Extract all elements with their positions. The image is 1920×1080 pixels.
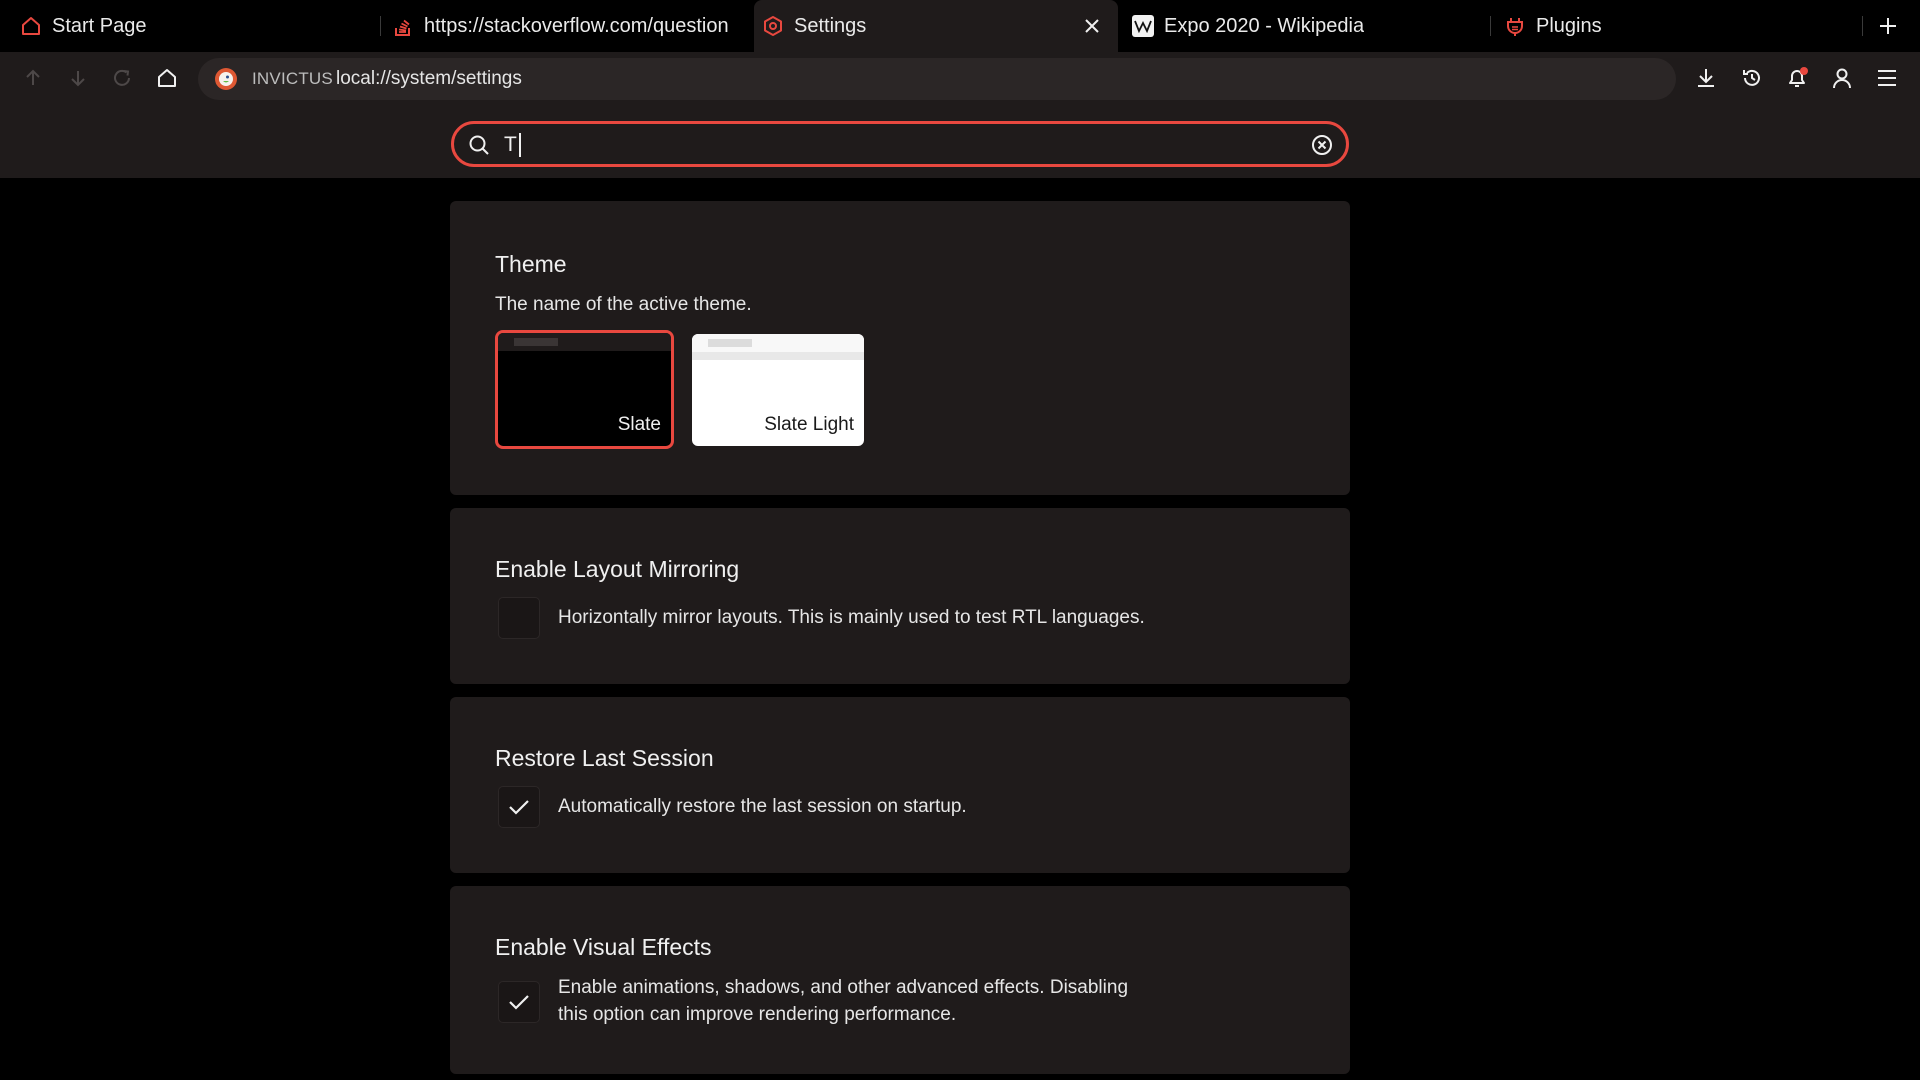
site-name: INVICTUS bbox=[252, 69, 333, 88]
theme-preview-toolbar bbox=[692, 352, 864, 360]
theme-preview-toolbar bbox=[498, 351, 671, 359]
clear-search-icon[interactable] bbox=[1310, 133, 1334, 157]
menu-button[interactable] bbox=[1870, 61, 1904, 95]
arrow-down-icon bbox=[71, 71, 85, 87]
setting-description-line: Enable animations, shadows, and other ad… bbox=[558, 977, 1129, 998]
setting-title: Restore Last Session bbox=[495, 745, 714, 771]
forward-button[interactable] bbox=[61, 61, 95, 95]
history-button[interactable] bbox=[1735, 61, 1769, 95]
tab-label: Expo 2020 - Wikipedia bbox=[1164, 14, 1365, 37]
hamburger-icon bbox=[1878, 70, 1896, 86]
notifications-button[interactable] bbox=[1780, 61, 1814, 95]
home-button[interactable] bbox=[150, 61, 184, 95]
close-icon[interactable] bbox=[1080, 14, 1104, 38]
setting-title: Enable Visual Effects bbox=[495, 934, 712, 960]
theme-option-slate[interactable]: Slate bbox=[495, 330, 674, 449]
bell-icon bbox=[1789, 67, 1808, 87]
tab-divider bbox=[380, 16, 381, 36]
restore-session-setting-card: Restore Last Session Automatically resto… bbox=[450, 697, 1350, 873]
search-icon bbox=[468, 134, 490, 156]
setting-title: Enable Layout Mirroring bbox=[495, 556, 740, 582]
visual-effects-setting-card: Enable Visual Effects Enable animations,… bbox=[450, 886, 1350, 1074]
checkmark-icon bbox=[509, 995, 529, 1010]
theme-preview-tab bbox=[708, 339, 752, 347]
tab-divider bbox=[1490, 16, 1491, 36]
plus-icon bbox=[1880, 18, 1896, 34]
tab-label: Plugins bbox=[1536, 14, 1602, 37]
downloads-button[interactable] bbox=[1689, 61, 1723, 95]
setting-description: The name of the active theme. bbox=[495, 294, 752, 315]
tab-stackoverflow[interactable]: https://stackoverflow.com/question bbox=[392, 0, 736, 52]
layout-mirroring-setting-card: Enable Layout Mirroring Horizontally mir… bbox=[450, 508, 1350, 684]
restore-session-checkbox[interactable] bbox=[498, 786, 540, 828]
setting-description: Horizontally mirror layouts. This is mai… bbox=[558, 607, 1145, 628]
home-icon bbox=[20, 15, 42, 37]
account-button[interactable] bbox=[1825, 61, 1859, 95]
tab-start-page[interactable]: Start Page bbox=[20, 0, 350, 52]
setting-description: Enable animations, shadows, and other ad… bbox=[558, 974, 1128, 1028]
new-tab-button[interactable] bbox=[1874, 12, 1902, 40]
history-icon bbox=[1743, 69, 1760, 86]
reload-icon bbox=[114, 69, 130, 86]
stackoverflow-icon bbox=[392, 15, 414, 37]
theme-option-label: Slate bbox=[617, 414, 661, 435]
checkmark-icon bbox=[509, 800, 529, 815]
setting-description: Automatically restore the last session o… bbox=[558, 796, 967, 817]
settings-icon bbox=[762, 15, 784, 37]
home-icon bbox=[158, 69, 176, 87]
tab-settings[interactable]: Settings bbox=[754, 0, 1118, 52]
tab-wikipedia[interactable]: Expo 2020 - Wikipedia bbox=[1132, 0, 1472, 52]
tab-label: Start Page bbox=[52, 14, 147, 37]
tab-plugins[interactable]: Plugins bbox=[1504, 0, 1834, 52]
theme-preview-tab bbox=[514, 338, 558, 346]
setting-title: Theme bbox=[495, 251, 567, 277]
theme-option-slate-light[interactable]: Slate Light bbox=[690, 332, 866, 448]
setting-description-line: this option can improve rendering perfor… bbox=[558, 1004, 957, 1025]
text-cursor bbox=[519, 133, 521, 157]
plugin-icon bbox=[1504, 15, 1526, 37]
address-bar[interactable]: INVICTUS local://system/settings bbox=[198, 58, 1676, 100]
wikipedia-icon bbox=[1132, 15, 1154, 37]
search-input[interactable] bbox=[504, 130, 1284, 160]
reload-button[interactable] bbox=[105, 61, 139, 95]
tab-label: Settings bbox=[794, 14, 867, 37]
tab-divider bbox=[1862, 16, 1863, 36]
back-button[interactable] bbox=[16, 61, 50, 95]
tab-strip: Start Page https://stackoverflow.com/que… bbox=[0, 0, 1920, 52]
settings-search-box[interactable] bbox=[451, 121, 1349, 167]
download-icon bbox=[1698, 69, 1714, 87]
theme-option-label: Slate Light bbox=[764, 414, 854, 435]
user-icon bbox=[1833, 68, 1851, 89]
url-text[interactable]: local://system/settings bbox=[336, 68, 522, 90]
visual-effects-checkbox[interactable] bbox=[498, 981, 540, 1023]
theme-setting-card: Theme The name of the active theme. Slat… bbox=[450, 201, 1350, 495]
layout-mirroring-checkbox[interactable] bbox=[498, 597, 540, 639]
arrow-up-icon bbox=[26, 69, 40, 85]
duckduckgo-icon bbox=[214, 67, 238, 91]
tab-label: https://stackoverflow.com/question bbox=[424, 14, 729, 37]
